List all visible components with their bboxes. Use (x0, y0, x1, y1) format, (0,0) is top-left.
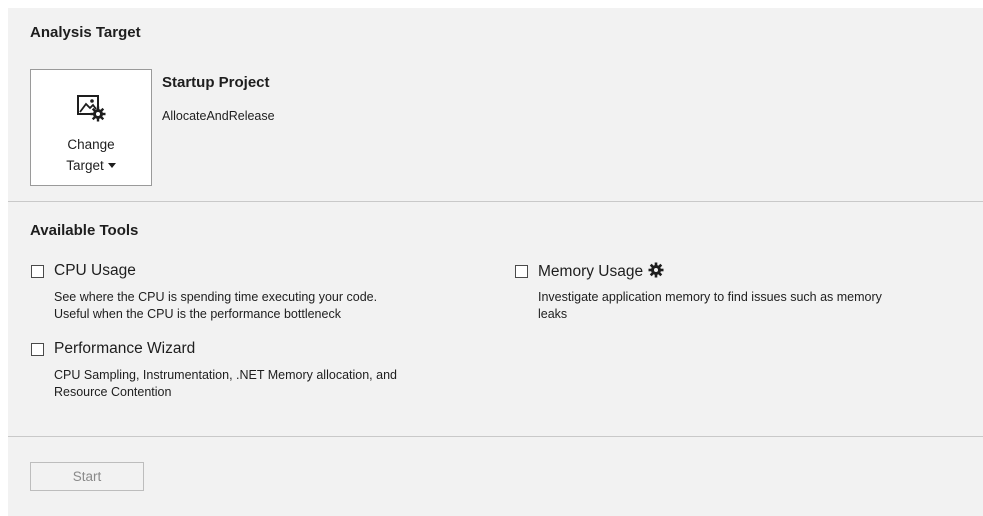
available-tools-heading: Available Tools (30, 222, 139, 239)
start-button[interactable]: Start (30, 462, 144, 491)
gear-icon[interactable] (648, 262, 664, 278)
memory-usage-description: Investigate application memory to find i… (538, 289, 983, 323)
memory-usage-label-row: Memory Usage (538, 262, 664, 281)
memory-usage-description-line2: leaks (538, 307, 568, 321)
tool-memory-usage: Memory Usage Investigate application mem… (515, 262, 975, 323)
cpu-usage-description: See where the CPU is spending time execu… (54, 289, 494, 323)
cpu-usage-description-line2: Useful when the CPU is the performance b… (54, 307, 341, 321)
tool-cpu-usage: CPU Usage See where the CPU is spending … (31, 262, 494, 323)
memory-usage-checkbox[interactable] (515, 265, 528, 278)
performance-wizard-checkbox[interactable] (31, 343, 44, 356)
change-target-label-line2: Target (31, 158, 151, 173)
startup-project-name: AllocateAndRelease (162, 109, 275, 123)
cpu-usage-checkbox[interactable] (31, 265, 44, 278)
cpu-usage-label[interactable]: CPU Usage (54, 262, 136, 280)
memory-usage-label[interactable]: Memory Usage (538, 263, 643, 280)
dropdown-caret-icon (107, 163, 116, 168)
performance-wizard-description: CPU Sampling, Instrumentation, .NET Memo… (54, 367, 494, 401)
divider-bottom (8, 436, 983, 437)
performance-wizard-description-line1: CPU Sampling, Instrumentation, .NET Memo… (54, 368, 397, 382)
startup-project-title: Startup Project (162, 74, 270, 91)
change-target-label-line1: Change (67, 137, 115, 152)
change-target-icon (77, 95, 106, 122)
performance-wizard-label[interactable]: Performance Wizard (54, 340, 195, 358)
change-target-button[interactable]: Change Target (30, 69, 152, 186)
cpu-usage-description-line1: See where the CPU is spending time execu… (54, 290, 378, 304)
change-target-label-text: Target (66, 158, 104, 173)
tool-performance-wizard: Performance Wizard CPU Sampling, Instrum… (31, 340, 494, 401)
performance-wizard-description-line2: Resource Contention (54, 385, 172, 399)
memory-usage-description-line1: Investigate application memory to find i… (538, 290, 882, 304)
divider-top (8, 201, 983, 202)
analysis-target-heading: Analysis Target (30, 24, 141, 41)
diagnostics-panel: Analysis Target Change Target Startup Pr… (8, 8, 983, 516)
